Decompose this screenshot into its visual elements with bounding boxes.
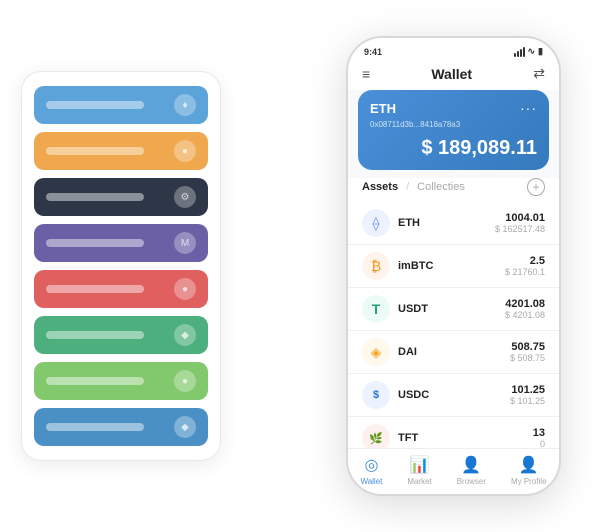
nav-item-profile[interactable]: 👤 My Profile: [511, 455, 547, 486]
list-item[interactable]: ◆: [34, 316, 208, 354]
card-line: [46, 147, 144, 155]
asset-name: ETH: [398, 217, 495, 229]
list-item[interactable]: ●: [34, 362, 208, 400]
table-row[interactable]: $ USDC 101.25 $ 101.25: [348, 374, 559, 417]
list-item[interactable]: ●: [34, 270, 208, 308]
eth-icon: ⟠: [362, 209, 390, 237]
list-item[interactable]: ◆: [34, 408, 208, 446]
card-icon: ⚙: [174, 186, 196, 208]
asset-name: USDC: [398, 389, 510, 401]
asset-value: $ 162517.48: [495, 224, 545, 234]
profile-nav-icon: 👤: [519, 455, 539, 475]
card-line: [46, 101, 144, 109]
card-icon: ◆: [174, 324, 196, 346]
dai-icon: ◈: [362, 338, 390, 366]
asset-amounts: 101.25 $ 101.25: [510, 384, 545, 406]
status-time: 9:41: [364, 47, 382, 57]
phone-frame: 9:41 ∿ ▮ ≡ Wallet ⇄ ETH ···: [346, 36, 561, 496]
table-row[interactable]: T USDT 4201.08 $ 4201.08: [348, 288, 559, 331]
card-line: [46, 193, 144, 201]
nav-item-wallet[interactable]: ◎ Wallet: [360, 455, 382, 486]
asset-amount: 101.25: [510, 384, 545, 396]
asset-amount: 1004.01: [495, 212, 545, 224]
eth-balance: $ 189,089.11: [370, 137, 537, 160]
tab-collecties[interactable]: Collecties: [417, 181, 465, 193]
asset-amounts: 508.75 $ 508.75: [510, 341, 545, 363]
phone-header: ≡ Wallet ⇄: [348, 61, 559, 90]
card-line: [46, 331, 144, 339]
nav-label-wallet: Wallet: [360, 477, 382, 486]
asset-value: $ 508.75: [510, 353, 545, 363]
list-item[interactable]: ●: [34, 132, 208, 170]
asset-amounts: 4201.08 $ 4201.08: [505, 298, 545, 320]
eth-card[interactable]: ETH ··· 0x08711d3b...8418a78a3 $ 189,089…: [358, 90, 549, 170]
card-line: [46, 423, 144, 431]
nav-item-market[interactable]: 📊 Market: [407, 455, 431, 486]
asset-value: 0: [533, 439, 545, 448]
asset-name: TFT: [398, 432, 533, 444]
assets-tabs: Assets / Collecties: [362, 181, 465, 193]
asset-value: $ 21760.1: [505, 267, 545, 277]
assets-header: Assets / Collecties +: [348, 178, 559, 202]
menu-icon[interactable]: ≡: [362, 66, 370, 82]
signal-icon: [514, 47, 525, 57]
card-icon: ◆: [174, 416, 196, 438]
card-line: [46, 377, 144, 385]
eth-more-button[interactable]: ···: [520, 100, 537, 116]
battery-icon: ▮: [538, 46, 543, 57]
tab-assets[interactable]: Assets: [362, 181, 398, 193]
asset-name: DAI: [398, 346, 510, 358]
tft-icon: 🌿: [362, 424, 390, 448]
card-icon: M: [174, 232, 196, 254]
card-stack: ♦ ● ⚙ M ● ◆ ● ◆: [21, 71, 221, 461]
status-bar: 9:41 ∿ ▮: [348, 38, 559, 61]
asset-value: $ 101.25: [510, 396, 545, 406]
tab-separator: /: [406, 181, 409, 193]
nav-item-browser[interactable]: 👤 Browser: [457, 455, 486, 486]
card-icon: ●: [174, 370, 196, 392]
wallet-nav-icon: ◎: [364, 455, 378, 475]
table-row[interactable]: ₿ imBTC 2.5 $ 21760.1: [348, 245, 559, 288]
list-item[interactable]: ♦: [34, 86, 208, 124]
asset-amount: 13: [533, 427, 545, 439]
card-line: [46, 285, 144, 293]
scene: ♦ ● ⚙ M ● ◆ ● ◆: [21, 21, 581, 511]
nav-label-profile: My Profile: [511, 477, 547, 486]
list-item[interactable]: M: [34, 224, 208, 262]
imbtc-icon: ₿: [362, 252, 390, 280]
table-row[interactable]: 🌿 TFT 13 0: [348, 417, 559, 448]
table-row[interactable]: ◈ DAI 508.75 $ 508.75: [348, 331, 559, 374]
eth-card-header: ETH ···: [370, 100, 537, 116]
add-asset-button[interactable]: +: [527, 178, 545, 196]
market-nav-icon: 📊: [410, 455, 430, 475]
nav-label-browser: Browser: [457, 477, 486, 486]
asset-amount: 2.5: [505, 255, 545, 267]
asset-amounts: 1004.01 $ 162517.48: [495, 212, 545, 234]
status-icons: ∿ ▮: [514, 46, 544, 57]
usdc-icon: $: [362, 381, 390, 409]
card-icon: ●: [174, 140, 196, 162]
scan-icon[interactable]: ⇄: [533, 65, 545, 82]
asset-amount: 508.75: [510, 341, 545, 353]
asset-value: $ 4201.08: [505, 310, 545, 320]
page-title: Wallet: [431, 66, 472, 82]
browser-nav-icon: 👤: [461, 455, 481, 475]
card-icon: ♦: [174, 94, 196, 116]
wifi-icon: ∿: [528, 46, 536, 57]
asset-amount: 4201.08: [505, 298, 545, 310]
bottom-nav: ◎ Wallet 📊 Market 👤 Browser 👤 My Profile: [348, 448, 559, 494]
nav-label-market: Market: [407, 477, 431, 486]
list-item[interactable]: ⚙: [34, 178, 208, 216]
asset-name: imBTC: [398, 260, 505, 272]
card-line: [46, 239, 144, 247]
card-icon: ●: [174, 278, 196, 300]
asset-name: USDT: [398, 303, 505, 315]
eth-label: ETH: [370, 101, 396, 116]
eth-address: 0x08711d3b...8418a78a3: [370, 120, 537, 129]
asset-list: ⟠ ETH 1004.01 $ 162517.48 ₿ imBTC 2.5 $ …: [348, 202, 559, 448]
asset-amounts: 2.5 $ 21760.1: [505, 255, 545, 277]
table-row[interactable]: ⟠ ETH 1004.01 $ 162517.48: [348, 202, 559, 245]
usdt-icon: T: [362, 295, 390, 323]
asset-amounts: 13 0: [533, 427, 545, 448]
